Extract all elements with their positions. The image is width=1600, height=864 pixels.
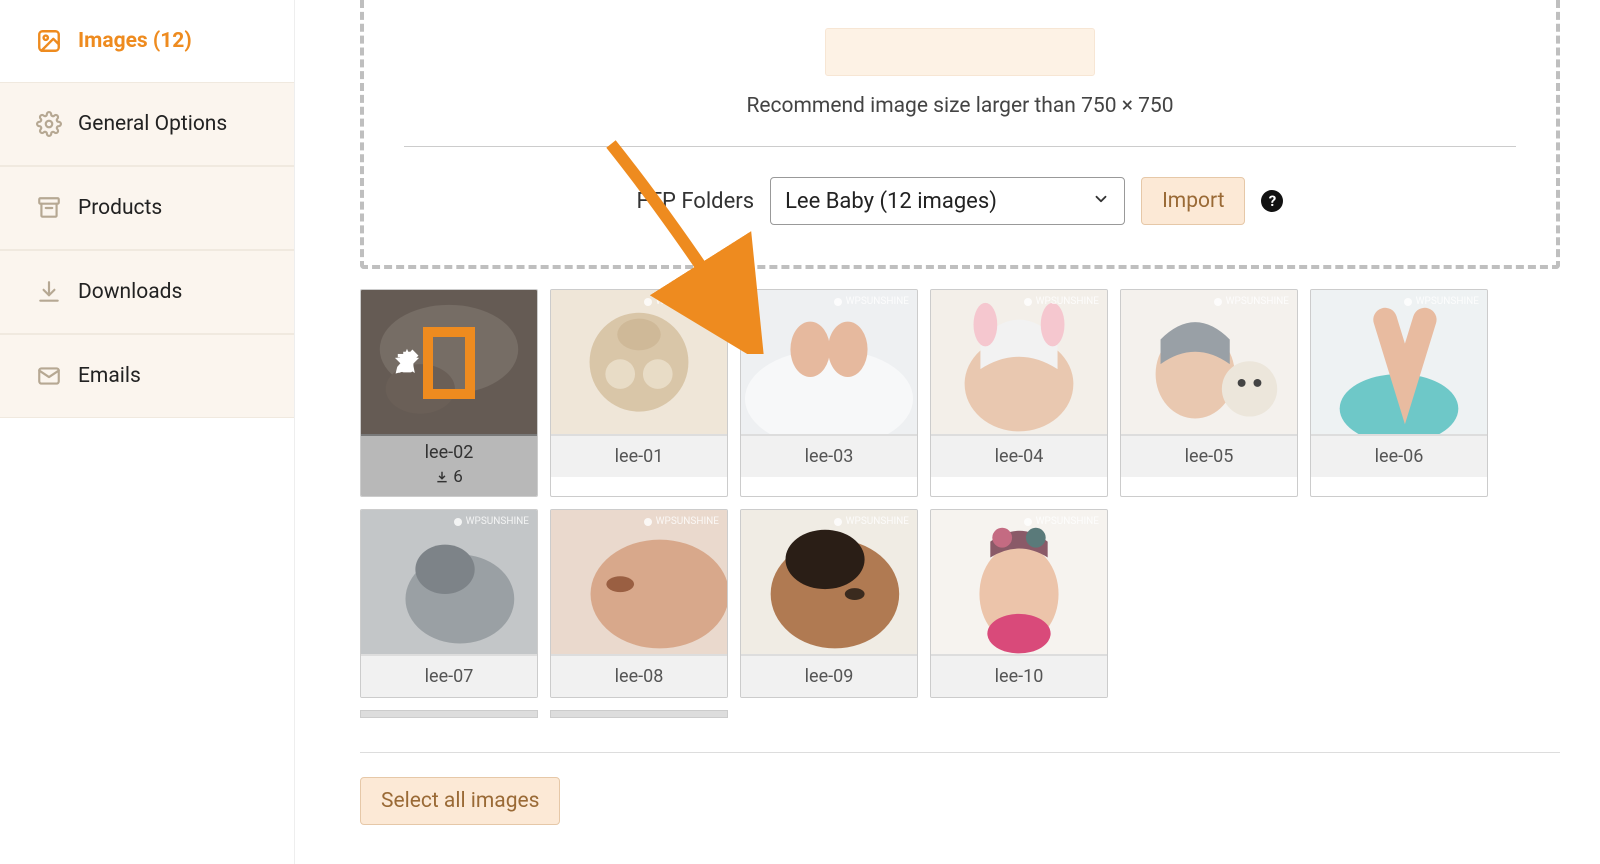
import-button[interactable]: Import [1141, 177, 1245, 225]
image-thumbnail: WPSUNSHINE [361, 510, 537, 656]
upload-button-placeholder[interactable] [825, 28, 1095, 76]
watermark: WPSUNSHINE [834, 296, 909, 307]
main-content: Recommend image size larger than 750 × 7… [295, 0, 1600, 864]
ftp-row: FTP Folders Lee Baby (12 images) Import … [404, 177, 1516, 225]
star-icon[interactable] [474, 348, 504, 378]
sidebar-item-label: Downloads [78, 280, 182, 304]
image-card[interactable]: WPSUNSHINE lee-01 [550, 289, 728, 497]
image-card[interactable]: WPSUNSHINE lee-06 [1310, 289, 1488, 497]
image-thumbnail: WPSUNSHINE [931, 290, 1107, 436]
watermark: WPSUNSHINE [1024, 516, 1099, 527]
ftp-selected-value: Lee Baby (12 images) [785, 189, 997, 214]
image-card[interactable]: WPSUNSHINE lee-07 [360, 509, 538, 698]
image-name: lee-06 [1375, 446, 1424, 467]
sidebar-item-general-options[interactable]: General Options [0, 82, 294, 166]
sidebar-item-label: Images (12) [78, 29, 192, 53]
sidebar-item-label: General Options [78, 112, 227, 136]
image-thumbnail [361, 290, 537, 436]
chevron-down-icon [1092, 189, 1110, 214]
watermark: WPSUNSHINE [1404, 296, 1479, 307]
watermark: WPSUNSHINE [834, 516, 909, 527]
gallery-next-row-peek [360, 710, 1560, 718]
download-count: 6 [367, 467, 531, 487]
image-thumbnail: WPSUNSHINE [741, 510, 917, 656]
image-name: lee-10 [995, 666, 1044, 687]
image-thumbnail: WPSUNSHINE [931, 510, 1107, 656]
image-name: lee-09 [805, 666, 854, 687]
sidebar-item-label: Products [78, 196, 162, 220]
image-thumbnail: WPSUNSHINE [741, 290, 917, 436]
watermark: WPSUNSHINE [1214, 296, 1289, 307]
sidebar-item-emails[interactable]: Emails [0, 334, 294, 418]
select-all-button[interactable]: Select all images [360, 777, 560, 825]
sidebar-item-downloads[interactable]: Downloads [0, 250, 294, 334]
sidebar-item-products[interactable]: Products [0, 166, 294, 250]
image-name: lee-04 [995, 446, 1044, 467]
archive-icon [36, 195, 62, 221]
image-name: lee-07 [425, 666, 474, 687]
sidebar: Images (12) General Options Products Dow… [0, 0, 295, 864]
image-name: lee-05 [1185, 446, 1234, 467]
image-icon [36, 28, 62, 54]
image-card[interactable]: WPSUNSHINE lee-04 [930, 289, 1108, 497]
image-thumbnail: WPSUNSHINE [551, 510, 727, 656]
image-gallery: lee-02 6 WPSUNSHINE lee-01 [360, 289, 1560, 698]
gear-icon [36, 111, 62, 137]
watermark: WPSUNSHINE [1024, 296, 1099, 307]
watermark: WPSUNSHINE [454, 516, 529, 527]
mail-icon [36, 363, 62, 389]
divider [404, 146, 1516, 147]
image-thumbnail: WPSUNSHINE [1121, 290, 1297, 436]
recommend-text: Recommend image size larger than 750 × 7… [404, 94, 1516, 118]
image-name: lee-08 [615, 666, 664, 687]
sidebar-item-label: Emails [78, 364, 141, 388]
image-name: lee-03 [805, 446, 854, 467]
download-icon [36, 279, 62, 305]
image-card[interactable]: WPSUNSHINE lee-10 [930, 509, 1108, 698]
image-card[interactable]: lee-02 6 [360, 289, 538, 497]
image-name: lee-02 [367, 442, 531, 463]
watermark: WPSUNSHINE [644, 516, 719, 527]
image-card[interactable]: WPSUNSHINE lee-05 [1120, 289, 1298, 497]
image-card[interactable]: WPSUNSHINE lee-09 [740, 509, 918, 698]
image-thumbnail: WPSUNSHINE [1311, 290, 1487, 436]
image-card-peek[interactable] [360, 710, 538, 718]
image-thumbnail: WPSUNSHINE [551, 290, 727, 436]
help-icon[interactable]: ? [1261, 190, 1283, 212]
image-name: lee-01 [615, 446, 664, 467]
upload-zone: Recommend image size larger than 750 × 7… [360, 0, 1560, 269]
ftp-folder-select[interactable]: Lee Baby (12 images) [770, 177, 1125, 225]
trash-icon[interactable] [434, 348, 464, 378]
watermark: WPSUNSHINE [644, 296, 719, 307]
image-card[interactable]: WPSUNSHINE lee-03 [740, 289, 918, 497]
sidebar-item-images[interactable]: Images (12) [0, 0, 294, 82]
image-card[interactable]: WPSUNSHINE lee-08 [550, 509, 728, 698]
ftp-label: FTP Folders [637, 189, 755, 214]
image-card-peek[interactable] [550, 710, 728, 718]
